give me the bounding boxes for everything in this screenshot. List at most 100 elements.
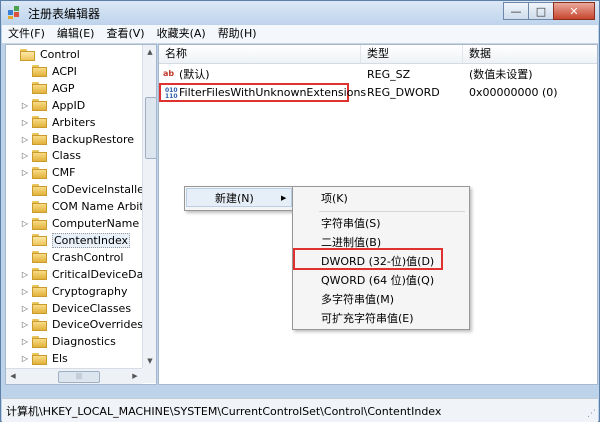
value-data: 0x00000000 (0) (469, 86, 558, 99)
column-header-data[interactable]: 数据 (463, 45, 597, 63)
context-menu: 新建(N) ▶ (184, 186, 296, 211)
tree-item-control[interactable]: Control (8, 46, 80, 63)
tree-item-computername[interactable]: ▷ ComputerName (20, 215, 139, 232)
menu-help[interactable]: 帮助(H) (212, 25, 263, 43)
folder-icon (32, 149, 48, 162)
tree-item-agp[interactable]: AGP (20, 80, 75, 97)
regedit-app-icon (8, 6, 19, 19)
folder-icon (32, 217, 48, 230)
tree-item-label: CoDeviceInstallers (52, 183, 155, 197)
registry-tree-pane[interactable]: ▷Errata▷Els▷Diagnostics▷DeviceOverrides▷… (5, 44, 157, 385)
tree-item-cmf[interactable]: ▷ CMF (20, 164, 76, 181)
tree-item-label: Arbiters (52, 115, 96, 129)
menu-view[interactable]: 查看(V) (100, 25, 150, 43)
tree-horizontal-scrollbar[interactable]: ◀ ||| ▶ (6, 368, 142, 384)
expand-arrow-icon[interactable]: ▷ (20, 287, 30, 296)
menu-item-new[interactable]: 新建(N) ▶ (186, 188, 292, 207)
tree-item-cryptography[interactable]: ▷ Cryptography (20, 283, 128, 300)
value-type: REG_SZ (367, 68, 411, 81)
tree-item-deviceoverrides[interactable]: ▷ DeviceOverrides (20, 316, 143, 333)
highlighted-value-name-box[interactable]: 010 110 FilterFilesWithUnknownExtensions (159, 83, 366, 102)
submenu-arrow-icon: ▶ (281, 194, 287, 202)
scroll-left-arrow-icon[interactable]: ◀ (6, 369, 20, 384)
tree-item-codeviceinstallers[interactable]: CoDeviceInstallers (20, 181, 154, 198)
open-folder-icon (20, 48, 36, 61)
tree-item-acpi[interactable]: ACPI (20, 63, 77, 80)
tree-item-crashcontrol[interactable]: CrashControl (20, 249, 123, 266)
status-bar: 计算机\HKEY_LOCAL_MACHINE\SYSTEM\CurrentCon… (2, 398, 598, 422)
folder-icon (32, 318, 48, 331)
tree-item-label: Els (52, 352, 68, 366)
maximize-button[interactable]: □ (528, 2, 554, 20)
folder-icon (32, 99, 48, 112)
value-type: REG_DWORD (367, 86, 440, 99)
scroll-right-arrow-icon[interactable]: ▶ (128, 369, 142, 384)
column-header-name[interactable]: 名称 (159, 45, 361, 63)
tree-item-label: Class (52, 149, 81, 163)
menu-favorites[interactable]: 收藏夹(A) (151, 25, 212, 43)
expand-arrow-icon[interactable]: ▷ (20, 151, 30, 160)
string-value-icon: ab (163, 69, 175, 78)
tree-item-deviceclasses[interactable]: ▷ DeviceClasses (20, 300, 131, 317)
folder-icon (32, 268, 48, 281)
tree-item-label: ACPI (52, 64, 77, 78)
dword-highlight-box (293, 248, 443, 270)
menu-item-string-value[interactable]: 字符串值(S) (321, 214, 381, 233)
column-header-type[interactable]: 类型 (361, 45, 463, 63)
expand-arrow-icon[interactable]: ▷ (20, 168, 30, 177)
tree-item-criticaldevicedatal[interactable]: ▷ CriticalDeviceDatal (20, 266, 156, 283)
menu-item-multi-string-value[interactable]: 多字符串值(M) (321, 290, 394, 309)
tree-item-label: DeviceOverrides (52, 318, 143, 332)
folder-icon (32, 352, 48, 365)
folder-icon (32, 200, 48, 213)
expand-arrow-icon[interactable]: ▷ (20, 135, 30, 144)
menu-file[interactable]: 文件(F) (2, 25, 51, 43)
scroll-corner (142, 368, 156, 383)
scroll-down-arrow-icon[interactable]: ▼ (143, 354, 156, 368)
tree-item-label: Diagnostics (52, 335, 116, 349)
tree-item-com-name-arbite[interactable]: COM Name Arbite (20, 198, 150, 215)
folder-icon (32, 285, 48, 298)
tree-item-backuprestore[interactable]: ▷ BackupRestore (20, 131, 134, 148)
folder-icon (32, 133, 48, 145)
minimize-button[interactable]: — (503, 2, 529, 20)
expand-arrow-icon[interactable]: ▷ (20, 118, 30, 127)
registry-value-row[interactable]: ab (默认) REG_SZ (数值未设置) (159, 65, 597, 84)
horizontal-scroll-thumb[interactable]: ||| (58, 371, 100, 383)
registry-value-row[interactable]: 010 110 FilterFilesWithUnknownExtensions… (159, 83, 597, 102)
folder-icon (32, 166, 48, 179)
tree-item-label: ComputerName (52, 217, 140, 230)
expand-arrow-icon[interactable]: ▷ (20, 219, 30, 228)
expand-arrow-icon[interactable]: ▷ (20, 320, 30, 329)
menu-item-expandable-string-value[interactable]: 可扩充字符串值(E) (321, 309, 414, 328)
tree-item-class[interactable]: ▷ Class (20, 147, 81, 164)
column-headers: 名称 类型 数据 (159, 45, 597, 64)
tree-item-label: ContentIndex (52, 232, 131, 248)
menu-edit[interactable]: 编辑(E) (51, 25, 101, 43)
expand-arrow-icon[interactable]: ▷ (20, 337, 30, 346)
menu-item-qword-value[interactable]: QWORD (64 位)值(Q) (321, 271, 434, 290)
close-button[interactable]: ✕ (553, 2, 595, 20)
resize-grip-icon[interactable]: ⋰ (584, 408, 596, 420)
tree-item-arbiters[interactable]: ▷ Arbiters (20, 114, 96, 131)
tree-item-contentindex[interactable]: ContentIndex (20, 232, 131, 249)
tree-item-label: DeviceClasses (52, 301, 132, 315)
expand-arrow-icon[interactable]: ▷ (20, 101, 30, 110)
scroll-up-arrow-icon[interactable]: ▲ (143, 45, 156, 59)
title-bar[interactable]: 注册表编辑器 — □ ✕ (1, 1, 599, 24)
value-data: (数值未设置) (469, 68, 533, 81)
expand-arrow-icon[interactable]: ▷ (20, 270, 30, 279)
menu-item-key[interactable]: 项(K) (321, 189, 348, 208)
vertical-scroll-thumb[interactable] (145, 97, 156, 159)
tree-item-label: Control (40, 48, 80, 61)
expand-arrow-icon[interactable]: ▷ (20, 354, 30, 363)
tree-vertical-scrollbar[interactable]: ▲ ▼ (142, 45, 156, 368)
tree-item-appid[interactable]: ▷ AppID (20, 97, 85, 114)
tree-item-label: Cryptography (52, 284, 128, 298)
scroll-grip-icon: ||| (75, 373, 83, 380)
expand-arrow-icon[interactable]: ▷ (20, 304, 30, 313)
tree-item-label: AppID (52, 98, 86, 112)
tree-item-els[interactable]: ▷ Els (20, 350, 68, 367)
tree-item-label: BackupRestore (52, 132, 135, 146)
tree-item-diagnostics[interactable]: ▷ Diagnostics (20, 333, 116, 350)
